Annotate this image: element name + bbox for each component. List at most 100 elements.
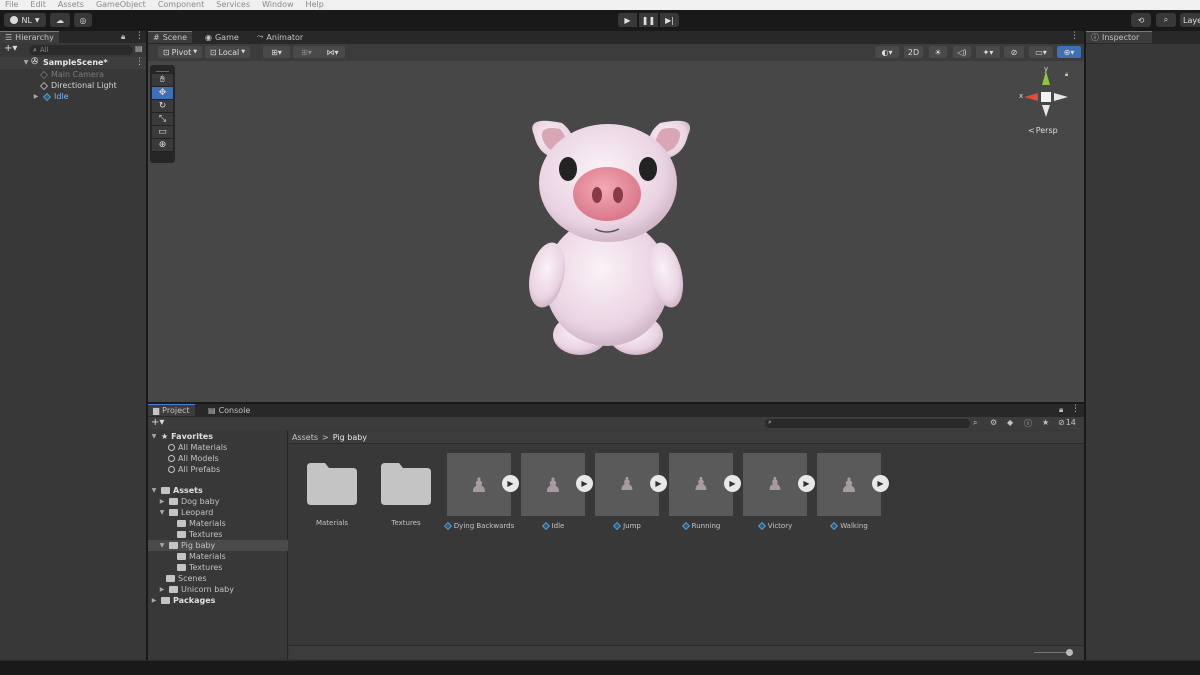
scale-tool-button[interactable]: ⤡ — [152, 113, 173, 126]
play-button[interactable]: ▶ — [618, 13, 637, 27]
expand-play-button[interactable]: ▶ — [872, 475, 889, 492]
menu-gameobject[interactable]: GameObject — [96, 0, 146, 10]
draw-mode-dropdown[interactable]: ◐▾ — [875, 46, 899, 58]
folder-asset[interactable] — [381, 463, 431, 505]
label-icon[interactable]: ◆ — [1007, 418, 1013, 427]
model-asset[interactable]: ♟ ▶ Jump — [595, 453, 667, 530]
menu-file[interactable]: File — [5, 0, 18, 10]
pivot-dropdown[interactable]: ⊡ Pivot ▼ — [158, 46, 202, 58]
panel-menu-icon[interactable]: ⋮ — [1071, 404, 1080, 414]
layers-dropdown[interactable]: Laye — [1180, 13, 1200, 27]
search-filter-icon[interactable]: ⌕ — [973, 418, 977, 428]
scene-menu-icon[interactable]: ⋮ — [135, 57, 144, 67]
tree-folder-item[interactable]: ▶ Dog baby — [158, 496, 220, 507]
tab-inspector[interactable]: ⓘ Inspector — [1086, 31, 1152, 43]
tab-scene[interactable]: # Scene — [148, 31, 193, 43]
favorite-item[interactable]: All Models — [168, 453, 219, 464]
filter-type-icon[interactable]: ⚙ — [990, 418, 997, 427]
tree-folder-item[interactable]: Scenes — [166, 573, 207, 584]
lighting-toggle[interactable]: ☀ — [929, 46, 947, 58]
lock-icon[interactable]: 🔒︎ — [1059, 405, 1063, 415]
tree-folder-item[interactable]: Materials — [177, 518, 226, 529]
menu-help[interactable]: Help — [306, 0, 324, 10]
scene-header-row[interactable]: ▼ ✇ SampleScene* ⋮ — [0, 57, 146, 69]
zoom-slider-handle[interactable] — [1066, 649, 1073, 656]
expand-play-button[interactable]: ▶ — [650, 475, 667, 492]
project-search-input[interactable]: ⌕ — [765, 418, 970, 428]
expand-triangle-icon[interactable]: ▼ — [22, 59, 30, 66]
gizmo-lock-icon[interactable]: 🔒︎ — [1065, 71, 1068, 79]
tree-folder-item[interactable]: Textures — [177, 529, 222, 540]
tree-folder-item[interactable]: Textures — [177, 562, 222, 573]
model-asset[interactable]: ♟ ▶ Victory — [743, 453, 815, 530]
scene-visibility-icon[interactable]: ▤ — [135, 44, 143, 53]
tree-folder-item[interactable]: ▼ Leopard — [158, 507, 214, 518]
grid-snap-dropdown[interactable]: ⊞▾ — [263, 46, 290, 58]
model-asset[interactable]: ♟ ▶ Dying Backwards — [443, 453, 519, 530]
collab-button[interactable]: ◎ — [74, 13, 92, 27]
persp-toggle[interactable]: < Persp — [1028, 126, 1058, 135]
palette-grip[interactable] — [156, 67, 169, 72]
tab-animator[interactable]: ⤳ Animator — [252, 31, 308, 43]
add-icon[interactable]: +▾ — [151, 417, 164, 428]
model-asset[interactable]: ♟ ▶ Idle — [521, 453, 593, 530]
expand-play-button[interactable]: ▶ — [798, 475, 815, 492]
panel-menu-icon[interactable]: ⋮ — [135, 31, 144, 41]
audio-toggle[interactable]: ◁) — [953, 46, 971, 58]
expand-play-button[interactable]: ▶ — [502, 475, 519, 492]
tree-folder-item[interactable]: ▼ Pig baby — [158, 540, 216, 551]
expand-play-button[interactable]: ▶ — [576, 475, 593, 492]
hierarchy-item[interactable]: Main Camera — [40, 69, 104, 80]
menu-edit[interactable]: Edit — [30, 0, 46, 10]
star-icon[interactable]: ★ — [1042, 418, 1049, 427]
model-asset[interactable]: ♟ ▶ Walking — [817, 453, 889, 530]
hierarchy-item[interactable]: ▶ Idle — [32, 91, 69, 102]
account-dropdown[interactable]: NL ▼ — [4, 13, 46, 27]
tab-game[interactable]: ◉ Game — [200, 31, 244, 43]
toggle-2d-button[interactable]: 2D — [904, 46, 923, 58]
tab-console[interactable]: ▤ Console — [203, 404, 255, 416]
menu-component[interactable]: Component — [158, 0, 204, 10]
menu-assets[interactable]: Assets — [58, 0, 84, 10]
folder-asset[interactable] — [307, 463, 357, 505]
hierarchy-item[interactable]: Directional Light — [40, 80, 117, 91]
step-button[interactable]: ▶| — [660, 13, 679, 27]
warning-icon[interactable]: ⓘ — [1024, 418, 1032, 429]
align-dropdown[interactable]: ⋈▾ — [320, 46, 345, 58]
tab-hierarchy[interactable]: ☰ Hierarchy — [0, 31, 59, 43]
cloud-button[interactable]: ☁ — [50, 13, 70, 27]
move-tool-button[interactable]: ✥ — [152, 87, 173, 100]
breadcrumb-assets[interactable]: Assets — [292, 433, 318, 442]
tree-folder-item[interactable]: ▶ Unicorn baby — [158, 584, 234, 595]
gizmos-dropdown[interactable]: ⊕▾ — [1057, 46, 1081, 58]
camera-dropdown[interactable]: ▭▾ — [1029, 46, 1053, 58]
expand-play-button[interactable]: ▶ — [724, 475, 741, 492]
lock-icon[interactable]: 🔒︎ — [121, 32, 125, 42]
undo-history-button[interactable]: ⟲ — [1131, 13, 1151, 27]
hidden-objects-toggle[interactable]: ⊘ — [1004, 46, 1024, 58]
hand-tool-button[interactable]: ✋︎ — [152, 74, 173, 87]
packages-header[interactable]: ▶ Packages — [150, 595, 216, 606]
breadcrumb-current[interactable]: Pig baby — [333, 433, 367, 442]
transform-tool-button[interactable]: ⊕ — [152, 139, 173, 152]
favorite-item[interactable]: All Prefabs — [168, 464, 220, 475]
assets-header[interactable]: ▼ Assets — [150, 485, 203, 496]
effects-dropdown[interactable]: ✦▾ — [976, 46, 1000, 58]
rect-tool-button[interactable]: ▭ — [152, 126, 173, 139]
tree-folder-item[interactable]: Materials — [177, 551, 226, 562]
favorites-header[interactable]: ▼ ★ Favorites — [150, 431, 213, 442]
search-button[interactable]: ⌕ — [1156, 13, 1176, 27]
scene-viewport[interactable]: ✋︎ ✥ ↻ ⤡ ▭ ⊕ y x 🔒︎ < Persp — [148, 61, 1084, 402]
scene-menu-icon[interactable]: ⋮ — [1070, 31, 1079, 41]
add-icon[interactable]: +▾ — [4, 43, 17, 54]
menu-window[interactable]: Window — [262, 0, 294, 10]
rotate-tool-button[interactable]: ↻ — [152, 100, 173, 113]
menu-services[interactable]: Services — [216, 0, 250, 10]
orientation-gizmo[interactable] — [1016, 69, 1070, 119]
model-asset[interactable]: ♟ ▶ Running — [669, 453, 741, 530]
snap-increment-dropdown[interactable]: ⊞▾ — [293, 46, 320, 58]
favorite-item[interactable]: All Materials — [168, 442, 227, 453]
hidden-packages-toggle[interactable]: ⊘ 14 — [1058, 418, 1076, 427]
pause-button[interactable]: ❚❚ — [639, 13, 658, 27]
local-dropdown[interactable]: ⊡ Local ▼ — [205, 46, 250, 58]
